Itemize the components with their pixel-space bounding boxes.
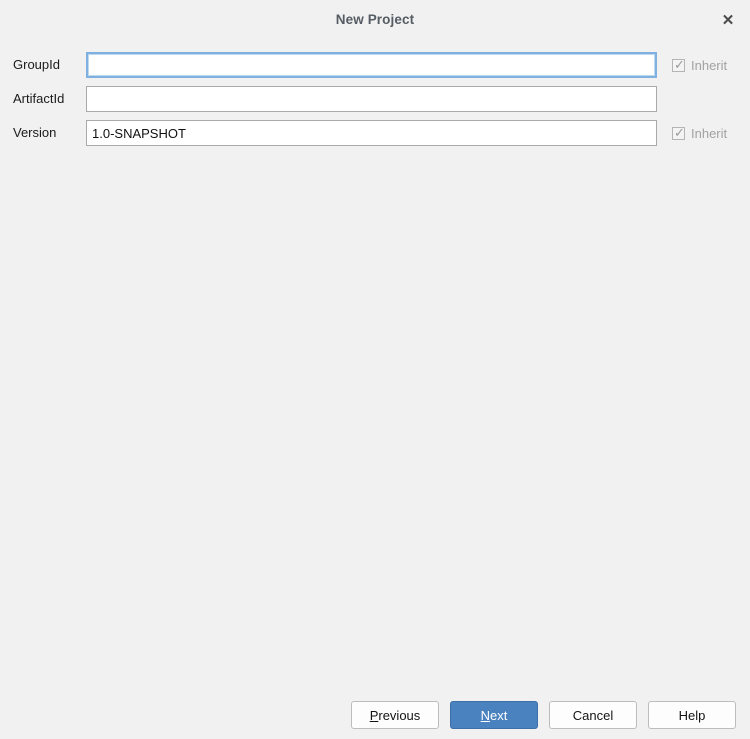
groupid-label: GroupId [13, 57, 60, 72]
version-input[interactable] [86, 120, 657, 146]
help-button[interactable]: Help [648, 701, 736, 729]
dialog-title: New Project [335, 12, 415, 27]
artifactid-input[interactable] [86, 86, 657, 112]
groupid-input[interactable] [86, 52, 657, 78]
previous-button-mnemonic: P [369, 707, 379, 723]
cancel-button[interactable]: Cancel [549, 701, 637, 729]
groupid-inherit-label: Inherit [691, 57, 728, 73]
next-button-label: ext [490, 707, 508, 723]
version-inherit-label: Inherit [691, 125, 728, 141]
artifactid-label: ArtifactId [13, 91, 65, 106]
close-icon[interactable]: ✕ [717, 10, 739, 32]
dialog-titlebar: New Project ✕ [0, 0, 750, 42]
next-button-mnemonic: N [480, 707, 491, 723]
checkmark-icon: ✓ [674, 56, 685, 72]
previous-button-label: revious [378, 707, 421, 723]
version-inherit-checkbox[interactable]: ✓ [672, 124, 685, 140]
version-inherit-group[interactable]: ✓ Inherit [672, 120, 727, 146]
version-label: Version [13, 125, 57, 140]
groupid-inherit-checkbox[interactable]: ✓ [672, 56, 685, 72]
dialog-button-bar: Previous Next Cancel Help [0, 700, 750, 730]
previous-button[interactable]: Previous [351, 701, 439, 729]
groupid-inherit-group[interactable]: ✓ Inherit [672, 52, 727, 78]
next-button[interactable]: Next [450, 701, 538, 729]
checkmark-icon: ✓ [674, 124, 685, 140]
